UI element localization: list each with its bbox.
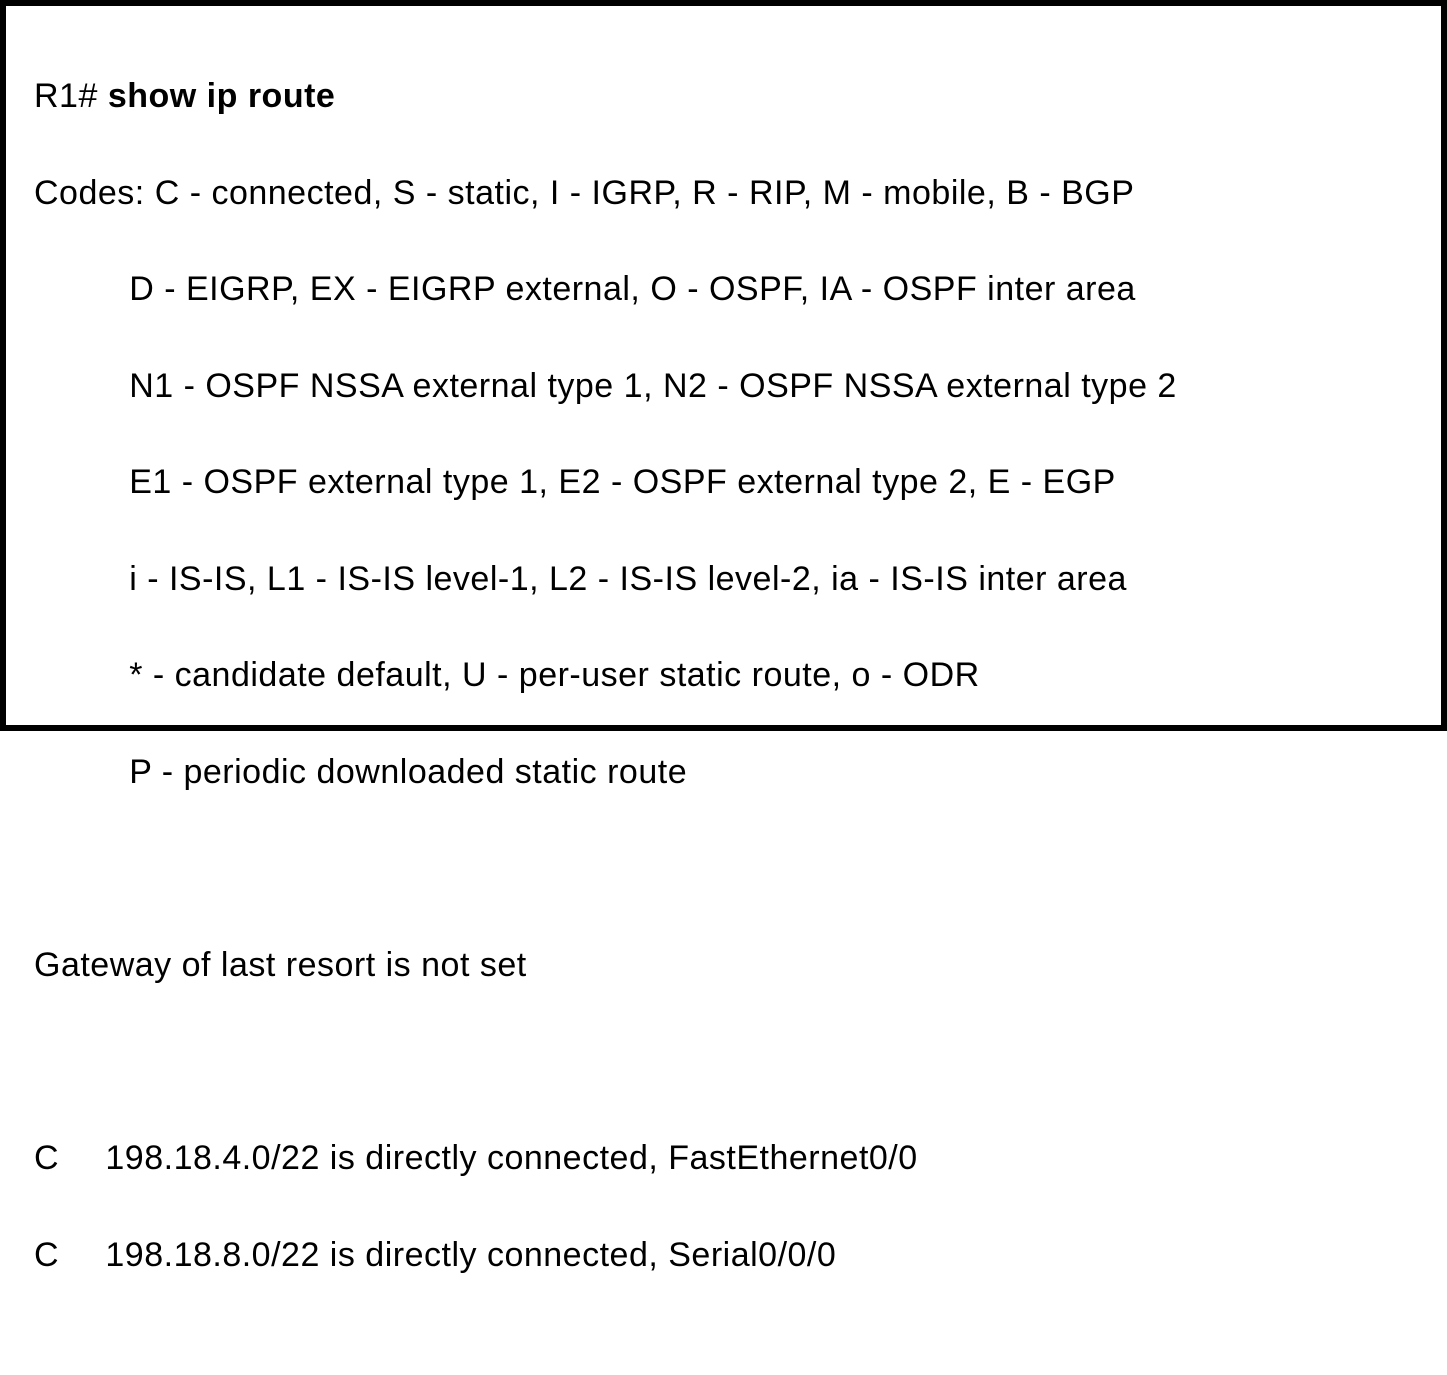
codes-header-line: Codes: C - connected, S - static, I - IG… bbox=[34, 169, 1413, 217]
router-prompt: R1# bbox=[34, 77, 108, 115]
blank-line bbox=[34, 1038, 1413, 1086]
codes-prefix: Codes: bbox=[34, 174, 155, 212]
codes-line: * - candidate default, U - per-user stat… bbox=[34, 651, 1413, 699]
codes-line: P - periodic downloaded static route bbox=[34, 748, 1413, 796]
codes-line: N1 - OSPF NSSA external type 1, N2 - OSP… bbox=[34, 362, 1413, 410]
codes-line: i - IS-IS, L1 - IS-IS level-1, L2 - IS-I… bbox=[34, 555, 1413, 603]
gateway-line: Gateway of last resort is not set bbox=[34, 941, 1413, 989]
blank-line bbox=[34, 845, 1413, 893]
command-text: show ip route bbox=[108, 77, 336, 115]
route-text: 198.18.8.0/22 is directly connected, Ser… bbox=[105, 1236, 836, 1274]
command-line: R1# show ip route bbox=[34, 72, 1413, 120]
terminal-output-frame: R1# show ip route Codes: C - connected, … bbox=[0, 0, 1447, 731]
route-code: C bbox=[34, 1231, 105, 1279]
route-text: 198.18.4.0/22 is directly connected, Fas… bbox=[105, 1139, 917, 1177]
codes-line: D - EIGRP, EX - EIGRP external, O - OSPF… bbox=[34, 265, 1413, 313]
route-entry: C198.18.4.0/22 is directly connected, Fa… bbox=[34, 1134, 1413, 1182]
terminal-output: R1# show ip route Codes: C - connected, … bbox=[34, 24, 1413, 1375]
codes-first-line: C - connected, S - static, I - IGRP, R -… bbox=[155, 174, 1135, 212]
codes-line: E1 - OSPF external type 1, E2 - OSPF ext… bbox=[34, 458, 1413, 506]
route-entry: C198.18.8.0/22 is directly connected, Se… bbox=[34, 1231, 1413, 1279]
route-code: C bbox=[34, 1134, 105, 1182]
